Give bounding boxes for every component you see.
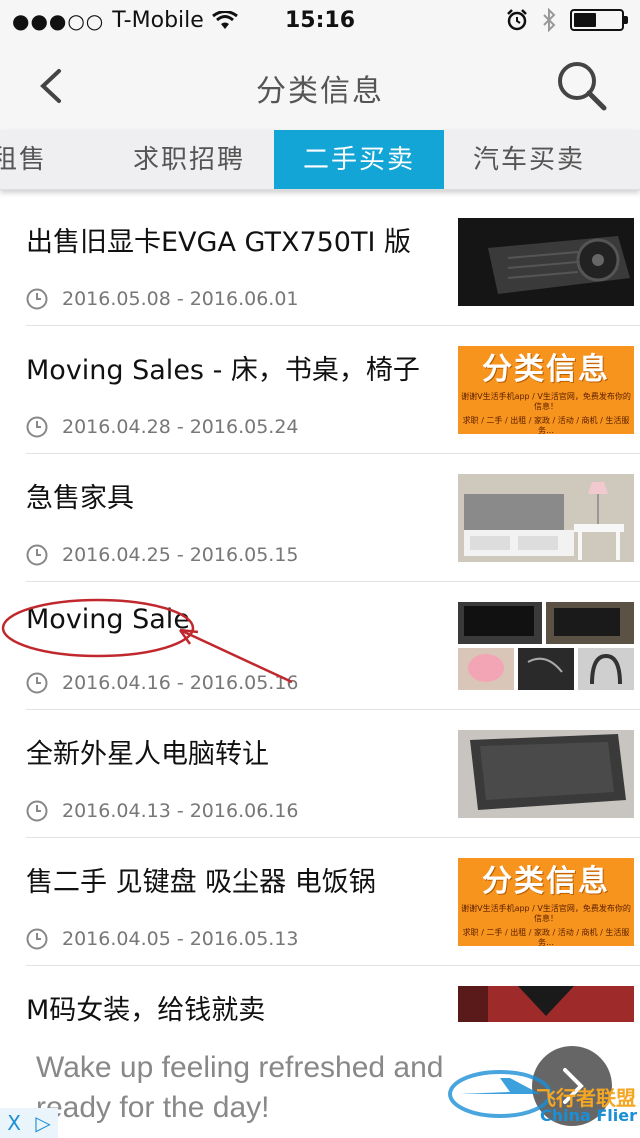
ad-choices-icon: ▷: [35, 1111, 51, 1135]
bluetooth-icon: [543, 8, 556, 32]
clothing-image: [458, 986, 634, 1022]
clock-icon: [26, 800, 48, 822]
clock-icon: [26, 544, 48, 566]
banner-line-1: 谢谢V生活手机app / V生活官网，免费发布你的信息！: [461, 392, 631, 411]
tab-rental[interactable]: 租售: [0, 130, 104, 189]
item-title: 全新外星人电脑转让: [26, 739, 269, 770]
clock-icon: [26, 672, 48, 694]
item-title: Moving Sales - 床，书桌，椅子: [26, 355, 420, 386]
item-thumbnail: [458, 474, 634, 562]
item-thumbnail: [458, 730, 634, 818]
item-date-row: 2016.04.16 - 2016.05.16: [26, 672, 299, 694]
ad-close-button[interactable]: X ▷: [0, 1108, 58, 1138]
page-title: 分类信息: [256, 74, 384, 109]
electronics-collage-image: [458, 602, 634, 690]
tab-jobs[interactable]: 求职招聘: [104, 130, 274, 189]
banner-title: 分类信息: [482, 864, 610, 899]
banner-title: 分类信息: [482, 352, 610, 387]
item-date-row: 2016.05.08 - 2016.06.01: [26, 288, 299, 310]
battery-icon: [570, 9, 628, 31]
tab-row: 租售 求职招聘 二手买卖 汽车买卖 家政: [0, 130, 640, 189]
item-date: 2016.04.05 - 2016.05.13: [62, 928, 299, 950]
laptop-image: [458, 730, 634, 818]
list-item[interactable]: 急售家具 2016.04.25 - 2016.05.15: [26, 454, 640, 582]
ad-text: Wake up feeling refreshed and ready for …: [36, 1051, 444, 1124]
watermark-subtext: China Flier: [540, 1106, 638, 1125]
tab-secondhand[interactable]: 二手买卖: [274, 130, 444, 189]
clock-icon: [26, 416, 48, 438]
banner-line-2: 求职 / 二手 / 出租 / 家政 / 活动 / 商机 / 生活服务…: [462, 416, 630, 434]
list-item[interactable]: 出售旧显卡EVGA GTX750TI 版 2016.05.08 - 2016.0…: [26, 198, 640, 326]
search-button[interactable]: [554, 58, 610, 114]
item-title: M码女装，给钱就卖: [26, 995, 266, 1026]
item-date: 2016.04.16 - 2016.05.16: [62, 672, 299, 694]
banner-line-2: 求职 / 二手 / 出租 / 家政 / 活动 / 商机 / 生活服务…: [462, 928, 630, 946]
item-date: 2016.04.25 - 2016.05.15: [62, 544, 299, 566]
list-item[interactable]: Moving Sale 2016.04.16 - 2016.05.16: [26, 582, 640, 710]
item-thumbnail: 分类信息 谢谢V生活手机app / V生活官网，免费发布你的信息！ 求职 / 二…: [458, 346, 634, 434]
tab-cars[interactable]: 汽车买卖: [444, 130, 614, 189]
list-item[interactable]: 全新外星人电脑转让 2016.04.13 - 2016.06.16: [26, 710, 640, 838]
banner-line-1: 谢谢V生活手机app / V生活官网，免费发布你的信息！: [461, 904, 631, 923]
item-title: Moving Sale: [26, 604, 190, 635]
item-thumbnail: [458, 986, 634, 1022]
listing-list: 出售旧显卡EVGA GTX750TI 版 2016.05.08 - 2016.0…: [0, 198, 640, 1094]
item-title: 售二手 见键盘 吸尘器 电饭锅: [26, 867, 376, 898]
status-bar: ●●●○○ T-Mobile 15:16: [0, 0, 640, 42]
list-item[interactable]: Moving Sales - 床，书桌，椅子 2016.04.28 - 2016…: [26, 326, 640, 454]
nav-bar: 分类信息: [0, 42, 640, 130]
item-thumbnail: 分类信息 谢谢V生活手机app / V生活官网，免费发布你的信息！ 求职 / 二…: [458, 858, 634, 946]
alarm-icon: [507, 9, 527, 31]
list-item[interactable]: 售二手 见键盘 吸尘器 电饭锅 2016.04.05 - 2016.05.13 …: [26, 838, 640, 966]
category-tabs: 租售 求职招聘 二手买卖 汽车买卖 家政: [0, 130, 640, 190]
item-thumbnail: [458, 218, 634, 306]
status-right: [506, 8, 628, 32]
item-date: 2016.04.28 - 2016.05.24: [62, 416, 299, 438]
tab-housekeeping[interactable]: 家政: [614, 130, 640, 189]
item-thumbnail: [458, 602, 634, 690]
item-date-row: 2016.04.28 - 2016.05.24: [26, 416, 299, 438]
item-date: 2016.04.13 - 2016.06.16: [62, 800, 299, 822]
furniture-image: [458, 474, 634, 562]
search-icon: [558, 62, 607, 111]
clock-icon: [26, 288, 48, 310]
item-title: 急售家具: [26, 483, 134, 514]
close-icon: X: [7, 1111, 21, 1135]
item-date-row: 2016.04.05 - 2016.05.13: [26, 928, 299, 950]
item-date-row: 2016.04.13 - 2016.06.16: [26, 800, 299, 822]
item-title: 出售旧显卡EVGA GTX750TI 版: [26, 227, 412, 258]
item-date-row: 2016.04.25 - 2016.05.15: [26, 544, 299, 566]
item-date: 2016.05.08 - 2016.06.01: [62, 288, 299, 310]
graphics-card-image: [458, 218, 634, 306]
clock-icon: [26, 928, 48, 950]
